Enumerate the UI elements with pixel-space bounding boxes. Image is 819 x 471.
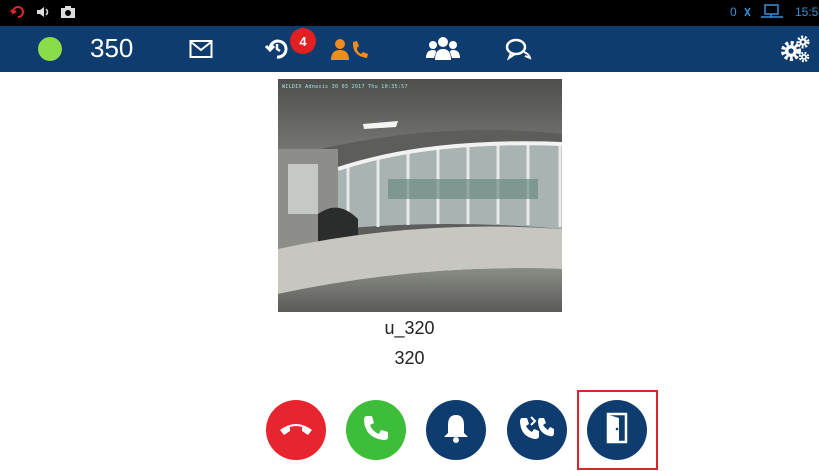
ring-bell-button[interactable]: [426, 400, 486, 460]
network-icon: [760, 4, 784, 19]
camera-image: [278, 79, 562, 312]
extension-number: 350: [90, 33, 134, 63]
mail-icon[interactable]: [178, 26, 224, 72]
transfer-button[interactable]: [507, 400, 567, 460]
door-camera-video: WILDIX Adnexis 30 03 2017 Thu 10:35:57: [278, 79, 562, 312]
video-timestamp: WILDIX Adnexis 30 03 2017 Thu 10:35:57: [282, 84, 408, 90]
volume-icon: [36, 5, 52, 19]
status-bar: 0 15:5: [0, 0, 819, 26]
contacts-calls-icon[interactable]: [322, 26, 378, 72]
status-indicator: 0: [730, 5, 737, 19]
groups-icon[interactable]: [420, 26, 466, 72]
bell-icon: [441, 412, 471, 449]
answer-button[interactable]: [346, 400, 406, 460]
missed-calls-badge: 4: [290, 28, 316, 54]
hangup-icon: [278, 418, 314, 443]
caller-number: 320: [394, 348, 425, 368]
open-door-highlight: [577, 390, 658, 470]
camera-icon: [60, 5, 76, 19]
signal-icon: [742, 5, 754, 19]
settings-gears-icon[interactable]: [775, 26, 815, 72]
clock: 15:5: [795, 5, 819, 19]
transfer-icon: [520, 414, 554, 447]
hangup-button[interactable]: [266, 400, 326, 460]
presence-status-dot[interactable]: [38, 37, 62, 61]
missed-call-icon: [10, 5, 26, 19]
phone-icon: [361, 413, 391, 448]
caller-name: u_320: [384, 318, 435, 338]
chat-icon[interactable]: [495, 26, 541, 72]
